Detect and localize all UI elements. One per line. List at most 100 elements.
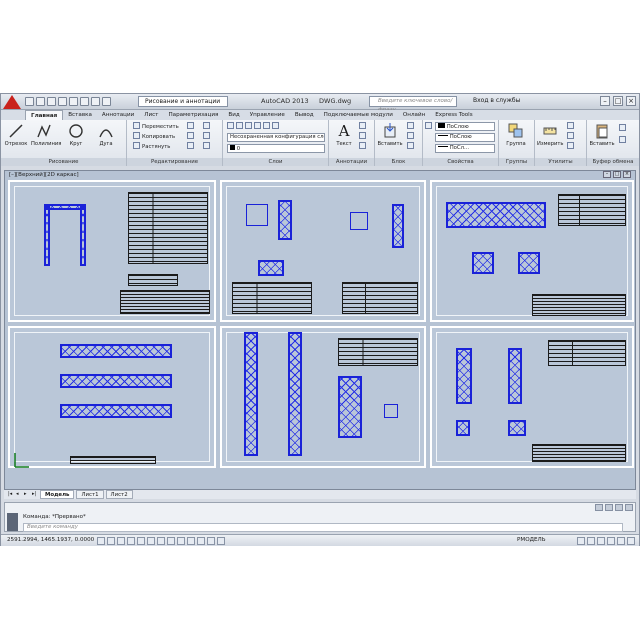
minimize-icon[interactable]: –: [600, 96, 610, 106]
command-input[interactable]: Введите команду: [23, 523, 623, 532]
quick-select-button[interactable]: [567, 122, 576, 131]
plot-icon[interactable]: [69, 97, 78, 106]
redo-icon[interactable]: [91, 97, 100, 106]
otrack-toggle[interactable]: [157, 537, 165, 545]
search-input[interactable]: Введите ключевое слово/фразу: [369, 96, 457, 113]
rotate-button[interactable]: [187, 122, 196, 131]
workspace-icon[interactable]: [605, 504, 613, 511]
close-icon[interactable]: ×: [626, 96, 636, 106]
copy-clip-button[interactable]: [619, 136, 628, 145]
tab-home[interactable]: Главная: [25, 110, 64, 120]
grid-toggle[interactable]: [107, 537, 115, 545]
tab-model[interactable]: Модель: [40, 490, 75, 499]
transparency-toggle[interactable]: [197, 537, 205, 545]
layer-state-select[interactable]: Несохраненная конфигурация сло: [227, 133, 325, 142]
sign-in-button[interactable]: Вход в службы: [473, 97, 520, 104]
linetype-select[interactable]: ПоСлою: [435, 133, 495, 142]
viewport-close-icon[interactable]: ×: [623, 171, 631, 178]
select-all-button[interactable]: [567, 132, 576, 141]
tab-view[interactable]: Вид: [223, 110, 244, 120]
viewport-controls-label[interactable]: [–][Верхний][2D каркас]: [9, 172, 79, 178]
trim-button[interactable]: [203, 122, 212, 131]
model-space-toggle[interactable]: РМОДЕЛЬ: [517, 537, 546, 543]
tab-layout[interactable]: Лист: [139, 110, 163, 120]
settings-icon[interactable]: [617, 537, 625, 545]
tab-plugins[interactable]: Подключаемые модули: [319, 110, 398, 120]
tab-sheet-2[interactable]: Лист2: [105, 490, 133, 499]
current-layer-select[interactable]: 0: [227, 144, 325, 153]
tab-output[interactable]: Вывод: [290, 110, 319, 120]
circle-button[interactable]: Круг: [63, 123, 89, 147]
3d-osnap-toggle[interactable]: [147, 537, 155, 545]
quick-view-drawings-icon[interactable]: [587, 537, 595, 545]
polyline-button[interactable]: Полилиния: [31, 123, 61, 147]
prev-layout-icon[interactable]: ◂: [16, 490, 22, 499]
tab-insert[interactable]: Вставка: [63, 110, 97, 120]
polar-toggle[interactable]: [127, 537, 135, 545]
array-button[interactable]: [203, 142, 212, 151]
lock-icon[interactable]: [615, 504, 623, 511]
tab-online[interactable]: Онлайн: [398, 110, 430, 120]
lineweight-toggle[interactable]: [187, 537, 195, 545]
open-file-icon[interactable]: [36, 97, 45, 106]
maximize-icon[interactable]: □: [613, 96, 623, 106]
clean-screen-icon[interactable]: [627, 537, 635, 545]
draw-panel-title[interactable]: Рисование: [1, 158, 126, 166]
new-file-icon[interactable]: [25, 97, 34, 106]
tab-parametric[interactable]: Параметризация: [163, 110, 223, 120]
id-point-button[interactable]: [567, 142, 576, 151]
layer-properties-icon[interactable]: [227, 122, 234, 129]
group-button[interactable]: Группа: [503, 123, 529, 147]
layer-lock-icon[interactable]: [254, 122, 261, 129]
application-menu-icon[interactable]: [3, 95, 21, 109]
text-button[interactable]: A Текст: [331, 123, 357, 147]
zoom-icon[interactable]: [607, 537, 615, 545]
line-button[interactable]: Отрезок: [3, 123, 29, 147]
copy-button[interactable]: Копировать: [133, 132, 175, 141]
tab-annotate[interactable]: Аннотации: [97, 110, 139, 120]
measure-button[interactable]: Измерить: [537, 123, 564, 147]
viewport-restore-icon[interactable]: □: [613, 171, 621, 178]
annotation-panel-title[interactable]: Аннотации: [329, 158, 374, 166]
annotation-scale-icon[interactable]: [595, 504, 603, 511]
quick-properties-toggle[interactable]: [207, 537, 215, 545]
snap-toggle[interactable]: [97, 537, 105, 545]
quick-view-layouts-icon[interactable]: [577, 537, 585, 545]
next-layout-icon[interactable]: ▸: [24, 490, 30, 499]
save-as-icon[interactable]: [58, 97, 67, 106]
edit-attributes-button[interactable]: [407, 142, 416, 151]
arc-button[interactable]: Дуга: [93, 123, 119, 147]
groups-panel-title[interactable]: Группы: [499, 158, 534, 166]
command-grip[interactable]: [7, 513, 18, 531]
paste-button[interactable]: Вставить: [589, 123, 615, 147]
layers-panel-title[interactable]: Слои: [223, 158, 328, 166]
workspace-selector[interactable]: Рисование и аннотации: [138, 96, 228, 107]
modify-panel-title[interactable]: Редактирование: [127, 158, 222, 166]
utilities-panel-title[interactable]: Утилиты: [535, 158, 586, 166]
move-button[interactable]: Переместить: [133, 122, 179, 131]
coordinates-readout[interactable]: 2591.2994, 1465.1937, 0.0000: [7, 537, 94, 543]
cut-button[interactable]: [619, 124, 628, 133]
ducs-toggle[interactable]: [167, 537, 175, 545]
clipboard-panel-title[interactable]: Буфер обмена: [587, 158, 639, 166]
block-panel-title[interactable]: Блок: [375, 158, 422, 166]
pan-icon[interactable]: [597, 537, 605, 545]
dimension-button[interactable]: [359, 122, 368, 131]
tab-sheet-1[interactable]: Лист1: [76, 490, 104, 499]
undo-icon[interactable]: [80, 97, 89, 106]
dyn-toggle[interactable]: [177, 537, 185, 545]
leader-button[interactable]: [359, 132, 368, 141]
scale-button[interactable]: [187, 142, 196, 151]
fillet-button[interactable]: [203, 132, 212, 141]
layer-match-icon[interactable]: [272, 122, 279, 129]
ortho-toggle[interactable]: [117, 537, 125, 545]
selection-cycling-toggle[interactable]: [217, 537, 225, 545]
lineweight-select[interactable]: ПоСл...: [435, 144, 495, 153]
insert-block-button[interactable]: Вставить: [377, 123, 403, 147]
table-button[interactable]: [359, 142, 368, 151]
save-icon[interactable]: [47, 97, 56, 106]
layer-freeze-icon[interactable]: [245, 122, 252, 129]
mirror-button[interactable]: [187, 132, 196, 141]
last-layout-icon[interactable]: ▸|: [32, 490, 38, 499]
edit-block-button[interactable]: [407, 132, 416, 141]
